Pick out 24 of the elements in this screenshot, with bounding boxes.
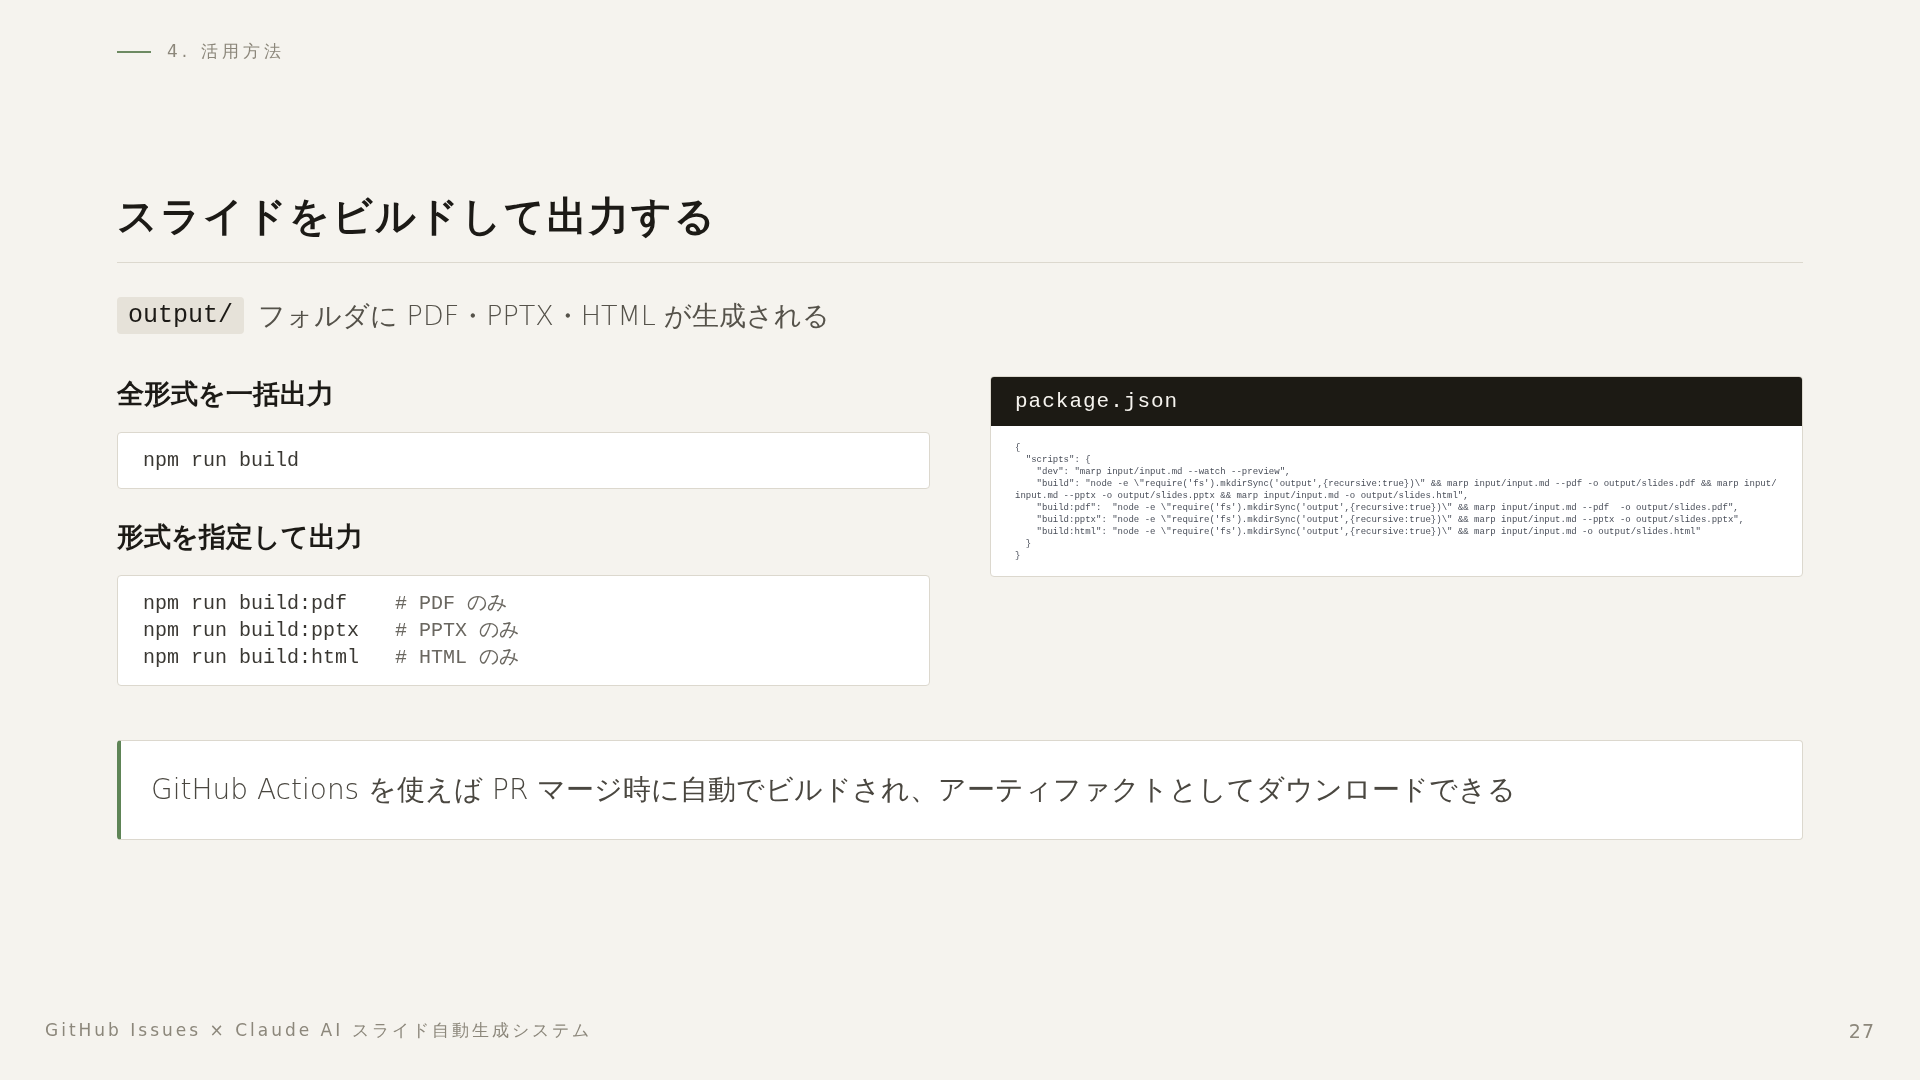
callout-text: GitHub Actions を使えば PR マージ時に自動でビルドされ、アーティファクトとしてダウンロードできる: [151, 773, 1517, 806]
code-line: }: [1015, 550, 1022, 562]
section-rule: [117, 50, 151, 53]
page-number: 27: [1848, 1019, 1875, 1042]
code-line: npm run build: [143, 448, 301, 474]
code-line: "scripts": {: [1024, 454, 1092, 466]
code-line: npm run build:pdf # PDF のみ: [143, 591, 509, 617]
filename: package.json: [1015, 390, 1179, 413]
inline-code: output/: [117, 297, 245, 334]
code-line: npm run build:html # HTML のみ: [143, 645, 521, 671]
code-line: "dev": "marp input/input.md --watch --preview",: [1035, 466, 1292, 478]
code-line: }: [1024, 538, 1033, 550]
slide-title: スライドをビルドして出力する: [117, 189, 1803, 263]
section-label: 4. 活用方法: [167, 40, 285, 63]
block-heading: 全形式を一括出力: [117, 377, 335, 411]
code-line: npm run build:pptx # PPTX のみ: [143, 618, 521, 644]
code-line: {: [1015, 442, 1022, 454]
code-line: "build": "node -e \"require('fs').mkdirSync('output',{recursive:true})\" && marp input/input.md --pdf -o output/slides.pdf && marp input/input.md --pptx -o output/slides.pptx && marp input/input.md -o output/slides.html",: [1015, 478, 1778, 502]
code-line: "build:pdf": "node -e \"require('fs').mkdirSync('output',{recursive:true})\" && marp input/input.md --pdf -o output/slides.pdf",: [1035, 502, 1740, 514]
footer-text: GitHub Issues × Claude AI スライド自動生成システム: [45, 1019, 592, 1042]
subtitle-text: フォルダに PDF・PPTX・HTML が生成される: [258, 298, 831, 333]
code-line: "build:pptx": "node -e \"require('fs').mkdirSync('output',{recursive:true})\" && marp input/input.md --pptx -o output/slides.pptx",: [1035, 514, 1746, 526]
code-line: "build:html": "node -e \"require('fs').mkdirSync('output',{recursive:true})\" && marp input/input.md -o output/slides.html": [1035, 526, 1702, 538]
block-heading: 形式を指定して出力: [117, 520, 364, 554]
